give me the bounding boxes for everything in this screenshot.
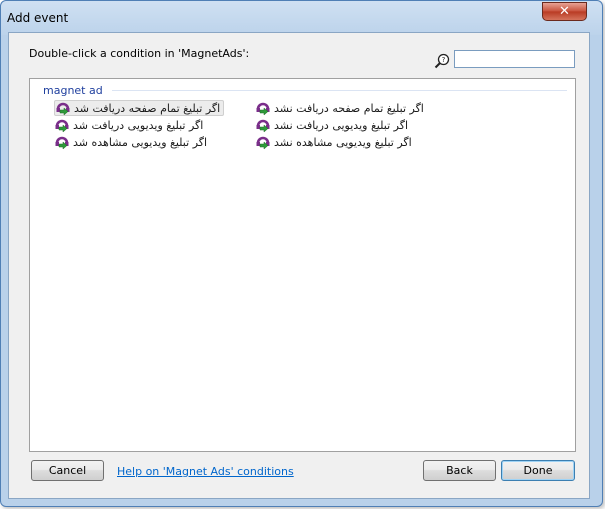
condition-item[interactable]: اگر تبلیغ ویدیویی دریافت نشد [255,117,408,133]
dialog-body: Double-click a condition in 'MagnetAds':… [8,32,590,499]
title-bar[interactable]: Add event ✕ [1,1,602,35]
group-header: magnet ad [43,84,103,97]
search-input[interactable] [454,50,575,68]
condition-label: اگر تبلیغ تمام صفحه دریافت شد [74,101,221,115]
search-help-icon[interactable]: ? [434,53,450,69]
magnet-ad-condition-icon [55,119,69,133]
condition-item[interactable]: اگر تبلیغ ویدیویی دریافت شد [54,117,203,133]
group-divider [112,90,567,91]
magnet-ad-condition-icon [256,136,270,150]
back-button[interactable]: Back [423,460,496,481]
condition-item[interactable]: اگر تبلیغ تمام صفحه دریافت نشد [255,100,424,116]
close-button[interactable]: ✕ [542,2,587,21]
condition-label: اگر تبلیغ ویدیویی مشاهده شد [73,135,208,149]
condition-item[interactable]: اگر تبلیغ ویدیویی مشاهده شد [54,134,207,150]
instruction-label: Double-click a condition in 'MagnetAds': [29,47,250,60]
add-event-dialog: Add event ✕ Double-click a condition in … [0,0,603,507]
condition-label: اگر تبلیغ ویدیویی دریافت نشد [274,118,408,132]
svg-text:?: ? [442,56,446,64]
condition-item[interactable]: اگر تبلیغ تمام صفحه دریافت شد [54,100,225,116]
condition-label: اگر تبلیغ تمام صفحه دریافت نشد [274,101,424,115]
conditions-list: magnet ad اگر تبلیغ تمام صفحه دریافت شد [29,78,576,452]
magnet-ad-condition-icon [56,102,70,116]
condition-item[interactable]: اگر تبلیغ ویدیویی مشاهده نشد [255,134,412,150]
condition-label: اگر تبلیغ ویدیویی مشاهده نشد [274,135,412,149]
cancel-button[interactable]: Cancel [31,460,104,481]
window-title: Add event [7,11,69,25]
help-link[interactable]: Help on 'Magnet Ads' conditions [117,465,294,478]
condition-label: اگر تبلیغ ویدیویی دریافت شد [73,118,204,132]
done-button[interactable]: Done [501,460,575,481]
magnet-ad-condition-icon [55,136,69,150]
magnet-ad-condition-icon [256,119,270,133]
magnet-ad-condition-icon [256,102,270,116]
